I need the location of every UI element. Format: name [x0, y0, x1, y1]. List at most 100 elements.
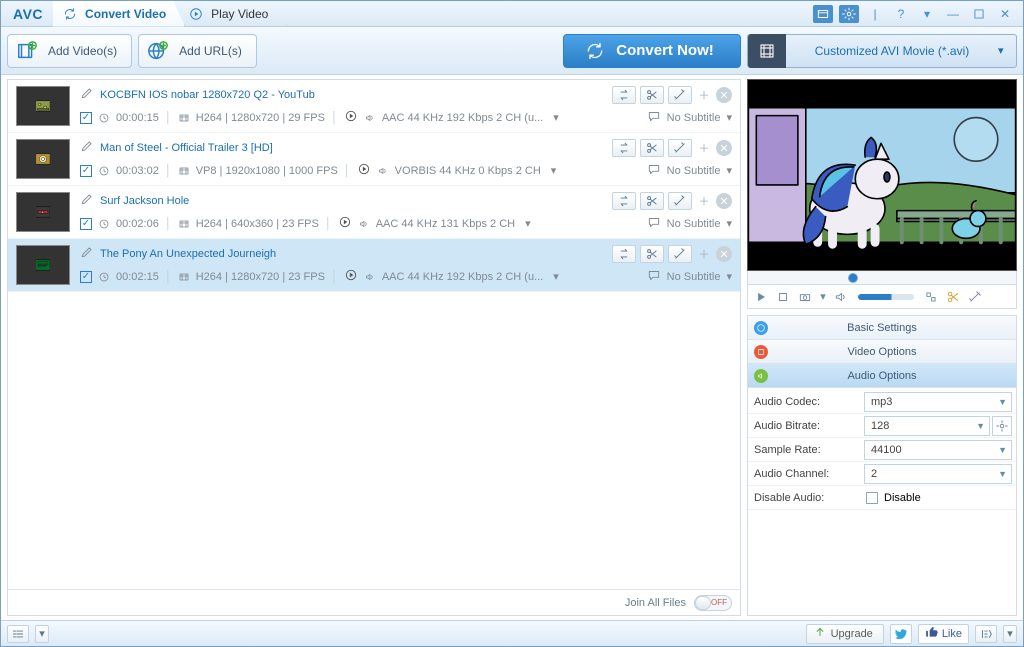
upgrade-button[interactable]: Upgrade: [806, 624, 884, 644]
subtitle-info[interactable]: No Subtitle: [667, 112, 721, 124]
help-icon[interactable]: ?: [891, 5, 911, 23]
checkbox[interactable]: ✓: [80, 218, 92, 230]
list-item[interactable]: ▶ Surf Jackson Hole ✓ 00:02:06 │ H264 | …: [8, 186, 740, 239]
chevron-down-icon[interactable]: ▾: [525, 217, 531, 230]
close-button[interactable]: ✕: [995, 5, 1015, 23]
facebook-like-button[interactable]: Like: [918, 624, 969, 644]
chevron-down-icon[interactable]: ▾: [726, 270, 732, 283]
audio-channel-select[interactable]: 2▼: [864, 464, 1012, 484]
add-urls-button[interactable]: Add URL(s): [138, 34, 257, 68]
minimize-button[interactable]: —: [943, 5, 963, 23]
magic-wand-icon[interactable]: [668, 139, 692, 157]
chevron-down-icon[interactable]: ▾: [726, 111, 732, 124]
remove-icon[interactable]: ✕: [716, 246, 732, 262]
remove-icon[interactable]: ✕: [716, 87, 732, 103]
convert-now-button[interactable]: Convert Now!: [563, 34, 741, 68]
chevron-down-icon[interactable]: ▾: [551, 164, 557, 177]
twitter-button[interactable]: [890, 624, 912, 644]
item-title[interactable]: The Pony An Unexpected Journeigh: [100, 248, 276, 260]
scissors-icon[interactable]: [944, 288, 962, 306]
chevron-down-icon[interactable]: ▾: [726, 164, 732, 177]
sample-rate-select[interactable]: 44100▼: [864, 440, 1012, 460]
stop-button[interactable]: [774, 288, 792, 306]
list-item[interactable]: The Pony An Unexpected Journeigh ✓ 00:02…: [8, 239, 740, 292]
list-item[interactable]: Man of Steel - Official Trailer 3 [HD] ✓…: [8, 133, 740, 186]
add-icon[interactable]: ＋: [696, 86, 712, 104]
swap-icon[interactable]: [612, 192, 636, 210]
forward-icon[interactable]: [338, 215, 352, 232]
video-options-header[interactable]: Video Options: [748, 340, 1016, 364]
pencil-icon[interactable]: [80, 245, 94, 262]
pencil-icon[interactable]: [80, 139, 94, 156]
add-icon[interactable]: ＋: [696, 192, 712, 210]
add-icon[interactable]: ＋: [696, 245, 712, 263]
chevron-down-icon: ▾: [998, 44, 1016, 57]
chevron-down-icon[interactable]: ▾: [553, 270, 559, 283]
audio-options-body: Audio Codec: mp3▼ Audio Bitrate: 128▼ Sa…: [748, 388, 1016, 512]
checkbox[interactable]: ✓: [80, 112, 92, 124]
chevron-down-icon[interactable]: ▾: [726, 217, 732, 230]
settings-icon[interactable]: [839, 5, 859, 23]
item-title[interactable]: KOCBFN IOS nobar 1280x720 Q2 - YouTub: [100, 89, 315, 101]
pencil-icon[interactable]: [80, 192, 94, 209]
seek-bar[interactable]: [747, 271, 1017, 285]
tab-play-video[interactable]: Play Video: [179, 1, 287, 27]
output-profile-dropdown[interactable]: Customized AVI Movie (*.avi) ▾: [747, 34, 1017, 68]
swap-icon[interactable]: [612, 139, 636, 157]
dropdown-icon[interactable]: ▾: [818, 288, 828, 306]
remove-icon[interactable]: ✕: [716, 140, 732, 156]
dropdown-icon[interactable]: ▾: [917, 5, 937, 23]
list-view-icon[interactable]: [7, 625, 29, 643]
join-files-toggle[interactable]: OFF: [694, 595, 732, 611]
dropdown-icon[interactable]: ▾: [35, 625, 49, 643]
chevron-down-icon[interactable]: ▾: [553, 111, 559, 124]
seek-handle[interactable]: [848, 273, 858, 283]
item-title[interactable]: Man of Steel - Official Trailer 3 [HD]: [100, 142, 273, 154]
audio-bitrate-select[interactable]: 128▼: [864, 416, 990, 436]
scissors-icon[interactable]: [640, 245, 664, 263]
snapshot-button[interactable]: [796, 288, 814, 306]
clock-icon: [98, 112, 110, 124]
basic-settings-header[interactable]: Basic Settings: [748, 316, 1016, 340]
pencil-icon[interactable]: [80, 86, 94, 103]
film-icon: [178, 271, 190, 283]
item-title[interactable]: Surf Jackson Hole: [100, 195, 189, 207]
subtitle-info[interactable]: No Subtitle: [667, 218, 721, 230]
scissors-icon[interactable]: [640, 139, 664, 157]
list-item[interactable]: KOCBFN IOS nobar 1280x720 Q2 - YouTub ✓ …: [8, 80, 740, 133]
magic-wand-icon[interactable]: [668, 86, 692, 104]
dropdown-icon[interactable]: ▾: [1003, 625, 1017, 643]
swap-icon[interactable]: [612, 245, 636, 263]
magic-wand-icon[interactable]: [668, 192, 692, 210]
preview-player[interactable]: [747, 79, 1017, 271]
tab-convert-video[interactable]: Convert Video: [53, 1, 185, 27]
volume-icon[interactable]: [832, 288, 850, 306]
audio-options-header[interactable]: Audio Options: [748, 364, 1016, 388]
maximize-button[interactable]: [969, 5, 989, 23]
remove-icon[interactable]: ✕: [716, 193, 732, 209]
bitrate-settings-button[interactable]: [992, 416, 1012, 436]
checkbox[interactable]: ✓: [80, 271, 92, 283]
scissors-icon[interactable]: [640, 192, 664, 210]
right-sidebar: ▾ Basic Settings Video Options Audio Opt…: [747, 79, 1017, 616]
play-button[interactable]: [752, 288, 770, 306]
checkbox[interactable]: ✓: [80, 165, 92, 177]
audio-codec-select[interactable]: mp3▼: [864, 392, 1012, 412]
chevron-down-icon: ▼: [976, 421, 985, 431]
subtitle-info[interactable]: No Subtitle: [667, 165, 721, 177]
forward-icon[interactable]: [357, 162, 371, 179]
swap-icon[interactable]: [612, 86, 636, 104]
trim-start-icon[interactable]: [922, 288, 940, 306]
forward-icon[interactable]: [344, 109, 358, 126]
forward-icon[interactable]: [344, 268, 358, 285]
disable-audio-checkbox[interactable]: [866, 492, 878, 504]
next-layout-icon[interactable]: [975, 625, 997, 643]
add-icon[interactable]: ＋: [696, 139, 712, 157]
subtitle-info[interactable]: No Subtitle: [667, 271, 721, 283]
scissors-icon[interactable]: [640, 86, 664, 104]
magic-wand-icon[interactable]: [966, 288, 984, 306]
add-videos-button[interactable]: Add Video(s): [7, 34, 132, 68]
volume-slider[interactable]: [858, 294, 914, 300]
layout-icon[interactable]: [813, 5, 833, 23]
magic-wand-icon[interactable]: [668, 245, 692, 263]
